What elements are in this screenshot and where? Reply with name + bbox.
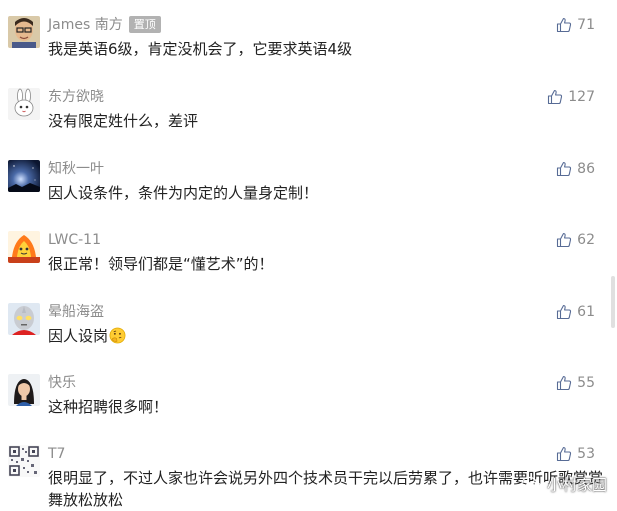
like-count: 86 <box>577 161 595 177</box>
comment-text: 很明显了，不过人家也许会说另外四个技术员干完以后劳累了，也许需要听听歌赏赏舞放松… <box>48 469 604 509</box>
like-button[interactable]: 62 <box>556 231 595 249</box>
comment-text: 很正常！领导们都是“懂艺术”的！ <box>48 255 274 273</box>
like-count: 127 <box>568 89 595 105</box>
cartoon-fire-avatar[interactable] <box>8 231 40 263</box>
ultraman-avatar[interactable] <box>8 303 40 335</box>
thumbs-up-icon <box>557 161 572 177</box>
like-button[interactable]: 127 <box>547 88 595 106</box>
like-button[interactable]: 53 <box>556 445 595 463</box>
comment-author[interactable]: 晕船海盗 <box>48 303 104 321</box>
wechat-icon <box>521 476 543 493</box>
comment-text: 没有限定姓什么，差评 <box>48 112 199 130</box>
like-count: 55 <box>577 375 595 391</box>
like-button[interactable]: 61 <box>556 303 595 321</box>
like-button[interactable]: 86 <box>556 160 595 178</box>
qr-code-avatar[interactable] <box>8 445 40 477</box>
thumbs-up-icon <box>557 375 572 391</box>
thumbs-up-icon <box>557 232 572 248</box>
man-portrait-avatar[interactable] <box>8 16 40 48</box>
like-count: 62 <box>577 232 595 248</box>
comment-author[interactable]: James 南方 置顶 <box>48 16 161 34</box>
scrollbar-thumb[interactable] <box>611 276 615 328</box>
pinned-badge: 置顶 <box>128 16 161 33</box>
thinking-face-emoji <box>109 327 126 344</box>
thumbs-up-icon <box>557 304 572 320</box>
watermark-label: 小村家园 <box>546 476 607 494</box>
woman-portrait-avatar[interactable] <box>8 374 40 406</box>
comment-author[interactable]: T7 <box>48 445 65 463</box>
thumbs-up-icon <box>557 446 572 462</box>
comment-author[interactable]: 快乐 <box>48 374 76 392</box>
comment-text: 这种招聘很多啊！ <box>48 398 169 416</box>
comment-author[interactable]: LWC-11 <box>48 231 101 249</box>
thumbs-up-icon <box>548 89 563 105</box>
like-button[interactable]: 71 <box>556 16 595 34</box>
night-sky-avatar[interactable] <box>8 160 40 192</box>
author-name[interactable]: James 南方 <box>48 17 123 33</box>
comment-author[interactable]: 知秋一叶 <box>48 160 104 178</box>
comment-text: 我是英语6级，肯定没机会了，它要求英语4级 <box>48 40 353 58</box>
like-count: 53 <box>577 446 595 462</box>
thumbs-up-icon <box>557 17 572 33</box>
comment-author[interactable]: 东方欲晓 <box>48 88 104 106</box>
like-count: 61 <box>577 304 595 320</box>
like-button[interactable]: 55 <box>556 374 595 392</box>
like-count: 71 <box>577 17 595 33</box>
rabbit-avatar[interactable] <box>8 88 40 120</box>
comment-text: 因人设岗 <box>48 325 603 347</box>
comment-text: 因人设条件，条件为内定的人量身定制！ <box>48 184 319 202</box>
comment-text-body: 因人设岗 <box>48 327 109 345</box>
watermark: 小村家园 <box>521 474 607 495</box>
